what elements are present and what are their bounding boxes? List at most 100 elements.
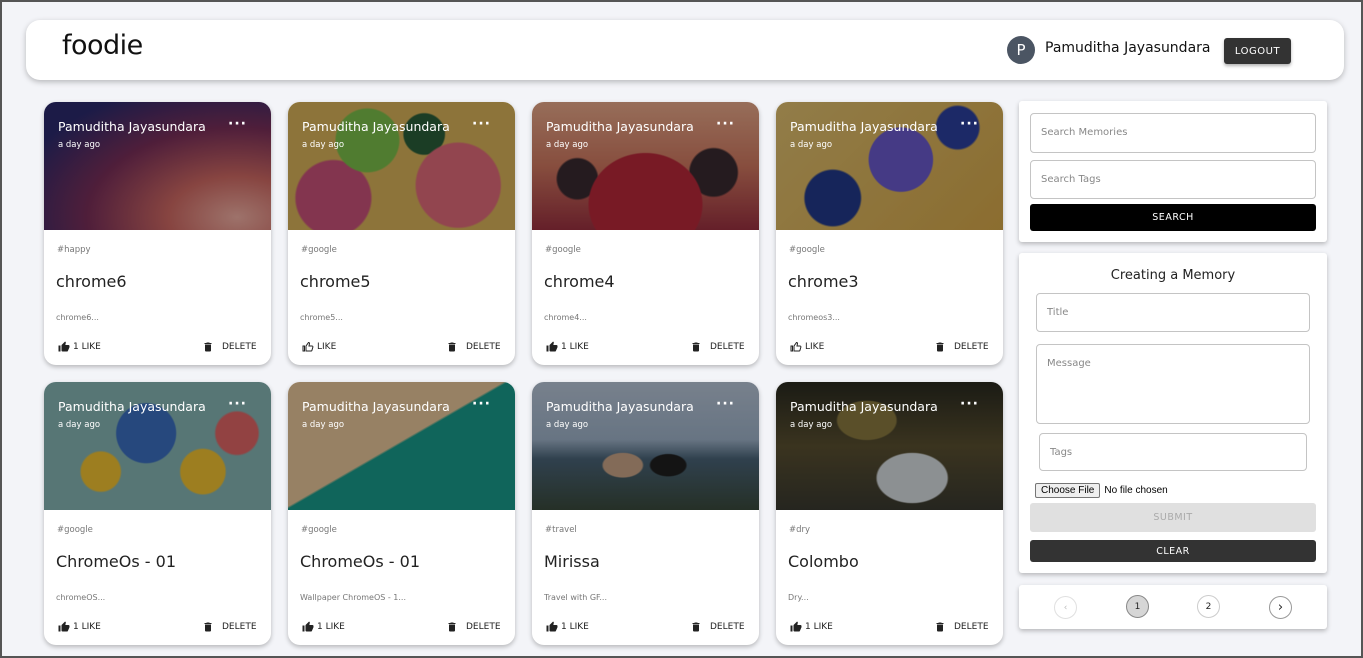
more-horiz-icon[interactable]: ··· [228,116,247,132]
delete-label: DELETE [954,342,989,352]
post-title: chrome3 [788,272,859,291]
thumb-up-icon [58,621,70,632]
post-card[interactable]: Pamuditha Jayasundara a day ago ··· #dry… [776,382,1003,645]
like-button[interactable]: 1 LIKE [790,621,833,633]
tags-input[interactable]: Tags [1039,433,1307,471]
trash-icon [936,622,944,632]
delete-label: DELETE [710,622,745,632]
create-memory-form: Creating a Memory Title Message Tags Cho… [1019,253,1327,573]
more-horiz-icon[interactable]: ··· [716,116,735,132]
post-message: Dry... [788,593,809,602]
like-button[interactable]: 1 LIKE [546,341,589,353]
prev-page-icon[interactable]: ‹ [1054,596,1077,619]
search-button[interactable]: SEARCH [1030,204,1316,231]
post-author: Pamuditha Jayasundara [790,119,938,134]
more-horiz-icon[interactable]: ··· [228,396,247,412]
delete-button[interactable]: DELETE [202,621,257,633]
more-horiz-icon[interactable]: ··· [960,116,979,132]
username: Pamuditha Jayasundara [1045,40,1211,56]
post-title: ChromeOs - 01 [56,552,176,571]
page-2-button[interactable]: 2 [1197,595,1220,618]
trash-icon [936,342,944,352]
post-message: chromeOS... [56,593,106,602]
like-button[interactable]: LIKE [790,341,824,353]
post-card[interactable]: Pamuditha Jayasundara a day ago ··· #goo… [776,102,1003,365]
post-author: Pamuditha Jayasundara [302,119,450,134]
delete-button[interactable]: DELETE [934,341,989,353]
post-time: a day ago [790,420,833,430]
message-textarea[interactable]: Message [1036,344,1310,424]
delete-label: DELETE [954,622,989,632]
trash-icon [204,342,212,352]
logout-button[interactable]: LOGOUT [1224,38,1291,64]
like-label: 1 LIKE [73,342,101,352]
post-card[interactable]: Pamuditha Jayasundara a day ago ··· #tra… [532,382,759,645]
more-horiz-icon[interactable]: ··· [716,396,735,412]
post-author: Pamuditha Jayasundara [58,119,206,134]
delete-button[interactable]: DELETE [690,341,745,353]
like-label: LIKE [805,342,825,352]
avatar[interactable]: P [1007,36,1035,64]
post-author: Pamuditha Jayasundara [790,399,938,414]
like-label: 1 LIKE [73,622,101,632]
search-memories-input[interactable]: Search Memories [1030,113,1316,153]
post-message: chrome5... [300,313,343,322]
more-horiz-icon[interactable]: ··· [960,396,979,412]
app-logo[interactable]: foodie [62,30,143,61]
clear-button[interactable]: CLEAR [1030,540,1316,562]
post-card[interactable]: Pamuditha Jayasundara a day ago ··· #hap… [44,102,271,365]
title-input[interactable]: Title [1036,293,1310,332]
page-1-button[interactable]: 1 [1126,595,1149,618]
more-horiz-icon[interactable]: ··· [472,396,491,412]
like-button[interactable]: 1 LIKE [58,341,101,353]
tags-placeholder: Tags [1050,447,1073,458]
like-button[interactable]: 1 LIKE [302,621,345,633]
post-time: a day ago [302,420,345,430]
pagination: ‹ 1 2 › [1019,585,1327,629]
delete-button[interactable]: DELETE [934,621,989,633]
delete-button[interactable]: DELETE [446,341,501,353]
trash-icon [204,622,212,632]
post-card[interactable]: Pamuditha Jayasundara a day ago ··· #goo… [288,382,515,645]
delete-button[interactable]: DELETE [446,621,501,633]
post-title: Colombo [788,552,859,571]
post-time: a day ago [58,420,101,430]
post-tags: #google [789,245,825,255]
post-message: Travel with GF... [544,593,607,602]
form-heading: Creating a Memory [1110,268,1236,283]
delete-button[interactable]: DELETE [690,621,745,633]
like-button[interactable]: 1 LIKE [58,621,101,633]
delete-label: DELETE [222,622,257,632]
like-button[interactable]: LIKE [302,341,336,353]
delete-label: DELETE [710,342,745,352]
post-title: chrome4 [544,272,615,291]
post-tags: #dry [789,525,811,535]
post-card[interactable]: Pamuditha Jayasundara a day ago ··· #goo… [44,382,271,645]
more-horiz-icon[interactable]: ··· [472,116,491,132]
post-card[interactable]: Pamuditha Jayasundara a day ago ··· #goo… [288,102,515,365]
thumb-up-icon [546,341,558,352]
post-tags: #google [301,525,337,535]
app-bar: foodie P Pamuditha Jayasundara LOGOUT [26,20,1344,80]
post-tags: #google [545,245,581,255]
next-page-icon[interactable]: › [1269,596,1292,619]
message-placeholder: Message [1047,358,1091,369]
delete-button[interactable]: DELETE [202,341,257,353]
post-author: Pamuditha Jayasundara [546,399,694,414]
choose-file-button[interactable]: Choose File [1035,483,1101,498]
like-button[interactable]: 1 LIKE [546,621,589,633]
submit-button[interactable]: SUBMIT [1030,503,1316,532]
search-tags-placeholder: Search Tags [1041,174,1101,185]
post-author: Pamuditha Jayasundara [546,119,694,134]
trash-icon [692,622,700,632]
post-time: a day ago [58,140,101,150]
post-message: chromeos3... [788,313,840,322]
search-tags-input[interactable]: Search Tags [1030,160,1316,199]
title-placeholder: Title [1047,307,1069,318]
post-card[interactable]: Pamuditha Jayasundara a day ago ··· #goo… [532,102,759,365]
like-label: LIKE [317,342,337,352]
like-label: 1 LIKE [317,622,345,632]
post-title: chrome5 [300,272,371,291]
delete-label: DELETE [466,342,501,352]
post-author: Pamuditha Jayasundara [58,399,206,414]
